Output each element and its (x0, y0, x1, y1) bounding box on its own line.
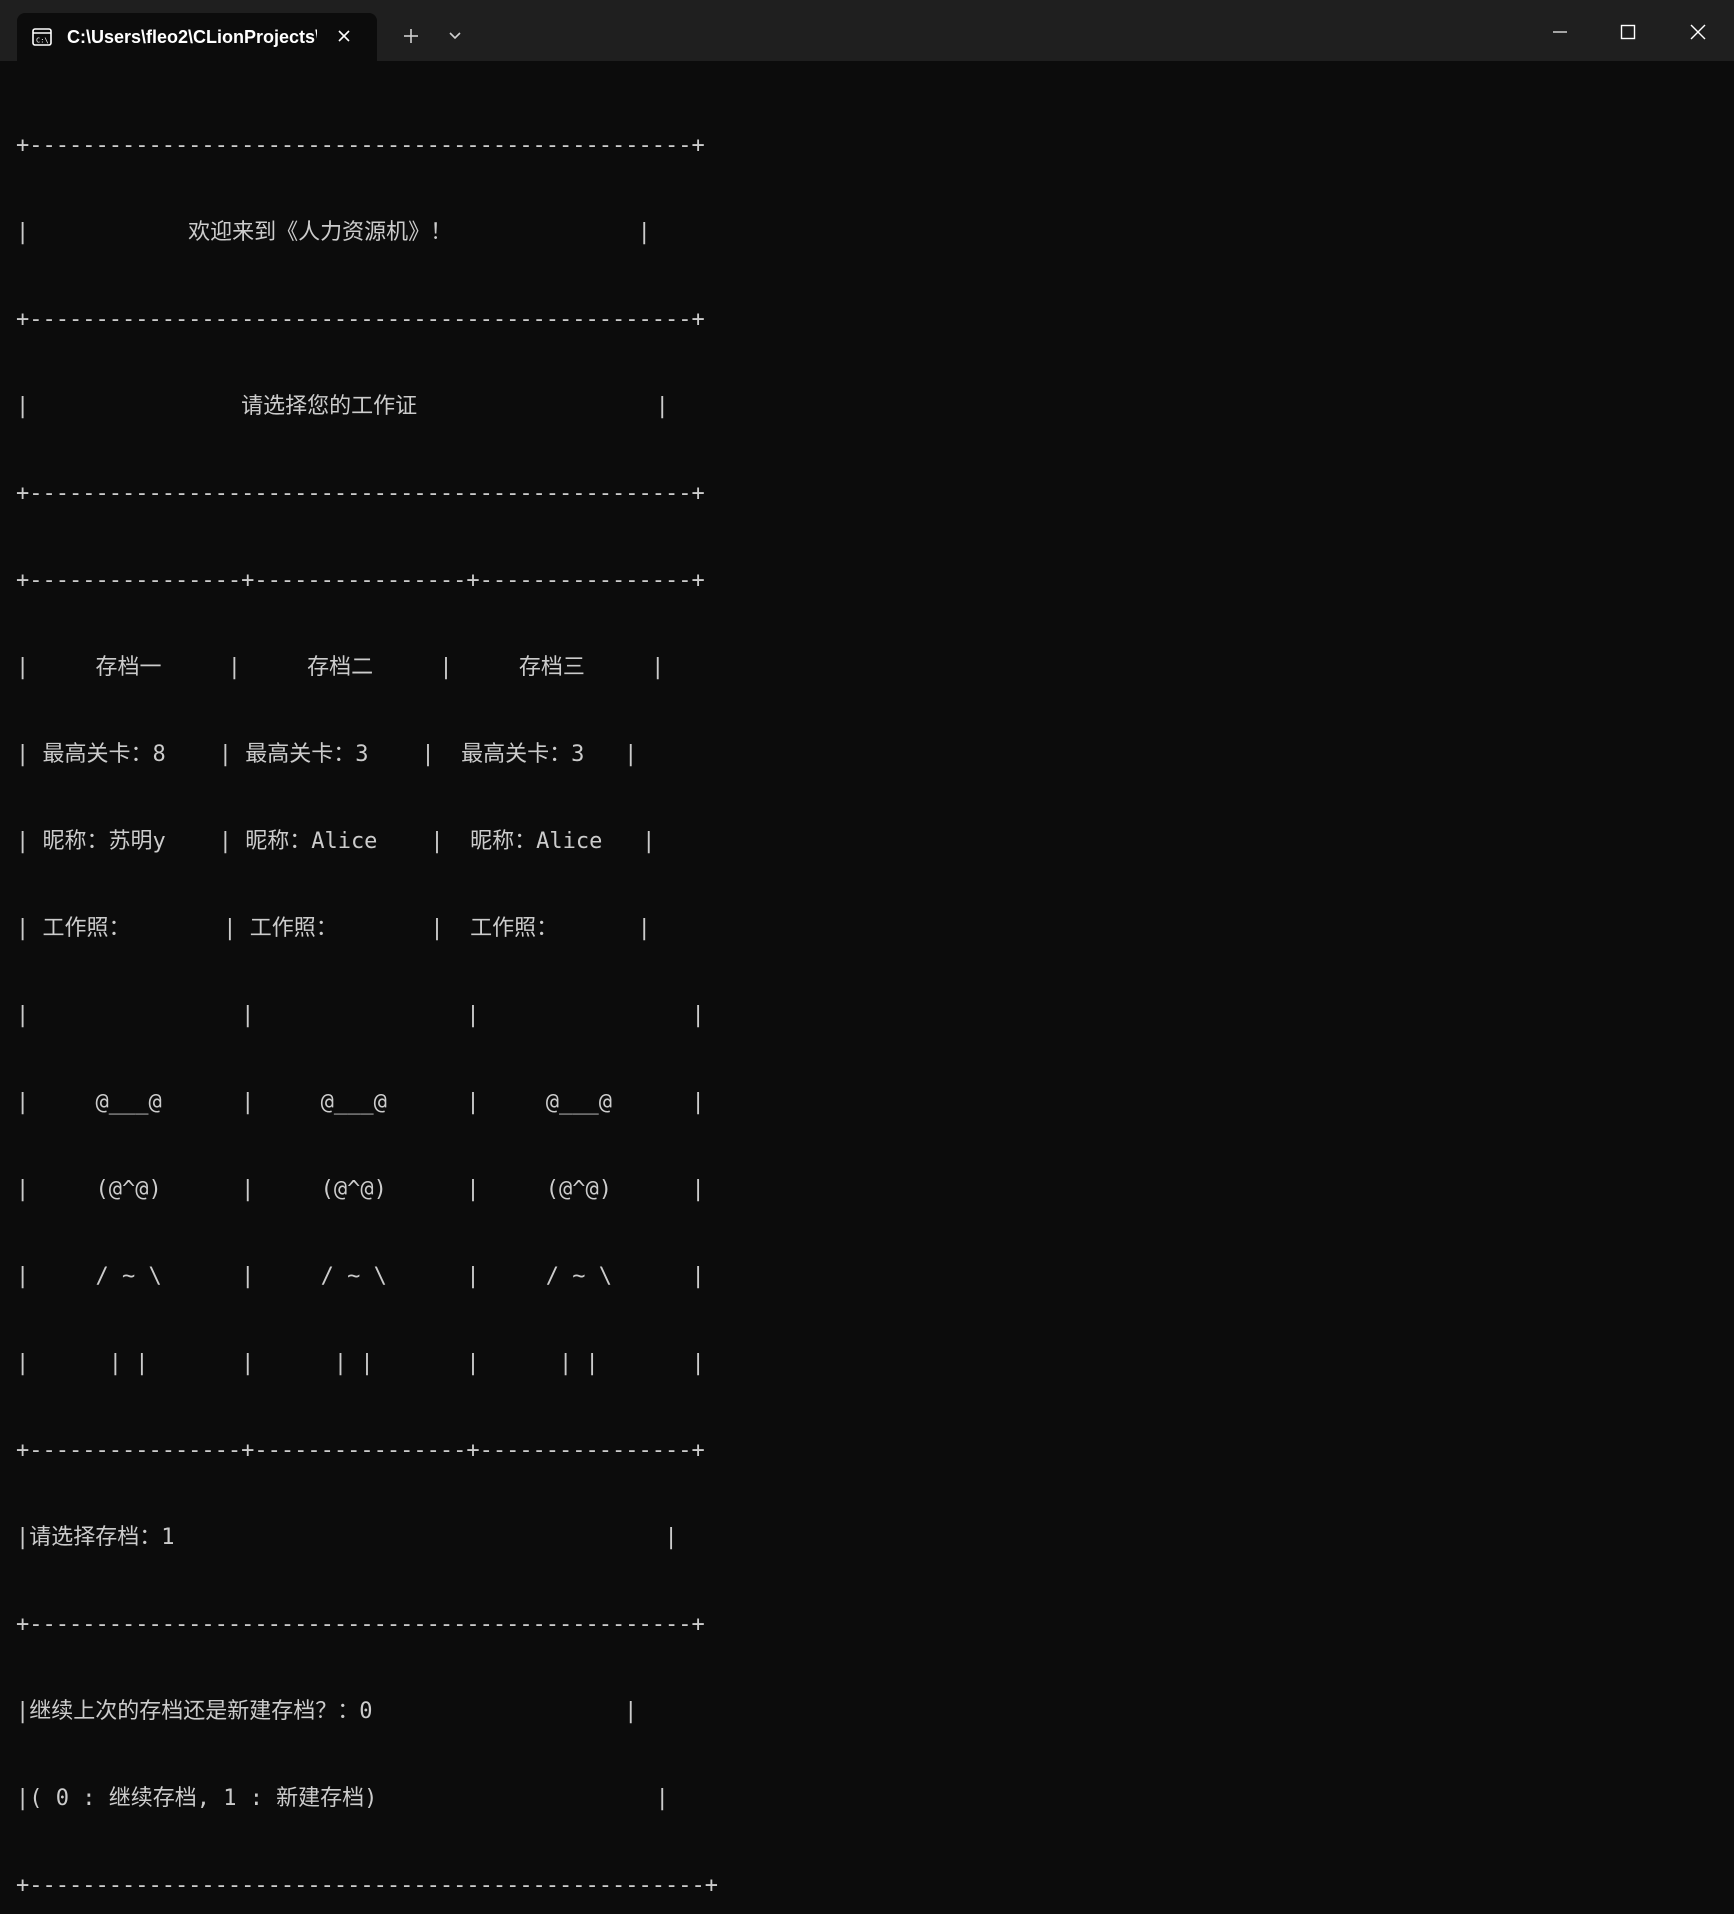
close-icon (1690, 24, 1706, 40)
maximize-button[interactable] (1606, 12, 1650, 52)
terminal-line: +---------------------------------------… (16, 481, 705, 506)
new-tab-button[interactable] (394, 20, 428, 52)
minimize-icon (1553, 31, 1567, 33)
terminal-line: | | | | (16, 1003, 705, 1028)
terminal-line: +----------------+----------------+-----… (16, 1438, 705, 1463)
close-tab-icon[interactable] (333, 25, 355, 47)
terminal-line: | | | | | | | | | | (16, 1351, 705, 1376)
close-window-button[interactable] (1676, 12, 1720, 52)
maximize-icon (1620, 24, 1636, 40)
terminal-line: |请选择存档：1 | (16, 1525, 678, 1550)
terminal-line: | / ~ \ | / ~ \ | / ~ \ | (16, 1264, 705, 1289)
tab-dropdown-button[interactable] (438, 20, 472, 52)
chevron-down-icon (449, 32, 461, 40)
terminal-line: +---------------------------------------… (16, 307, 705, 332)
plus-icon (404, 29, 418, 43)
terminal-line: | 工作照： | 工作照： | 工作照： | (16, 916, 651, 941)
terminal-line: | 昵称：苏明y | 昵称：Alice | 昵称：Alice | (16, 829, 656, 854)
terminal-line: +---------------------------------------… (16, 1873, 718, 1898)
terminal-output-area[interactable]: +---------------------------------------… (0, 61, 1734, 1898)
minimize-button[interactable] (1538, 12, 1582, 52)
terminal-line: |( 0 : 继续存档, 1 : 新建存档) | (16, 1786, 669, 1811)
svg-text:C:\: C:\ (36, 37, 49, 45)
terminal-line: | 请选择您的工作证 | (16, 394, 669, 419)
terminal-line: +---------------------------------------… (16, 1612, 705, 1637)
terminal-screen: +---------------------------------------… (16, 73, 718, 1914)
terminal-line: +---------------------------------------… (16, 133, 705, 158)
terminal-line: | 欢迎来到《人力资源机》！ | (16, 220, 651, 245)
terminal-line: | 存档一 | 存档二 | 存档三 | (16, 655, 665, 680)
tab-title: C:\Users\fleo2\CLionProjects\ (67, 26, 317, 47)
terminal-line: +----------------+----------------+-----… (16, 568, 705, 593)
terminal-line: |继续上次的存档还是新建存档？：0 | (16, 1699, 638, 1724)
title-bar: C:\ C:\Users\fleo2\CLionProjects\ (0, 0, 1734, 61)
terminal-line: | 最高关卡：8 | 最高关卡：3 | 最高关卡：3 | (16, 742, 638, 767)
terminal-line: | (@^@) | (@^@) | (@^@) | (16, 1177, 705, 1202)
console-icon: C:\ (31, 27, 53, 47)
terminal-tab[interactable]: C:\ C:\Users\fleo2\CLionProjects\ (17, 13, 377, 61)
terminal-line: | @___@ | @___@ | @___@ | (16, 1090, 705, 1115)
